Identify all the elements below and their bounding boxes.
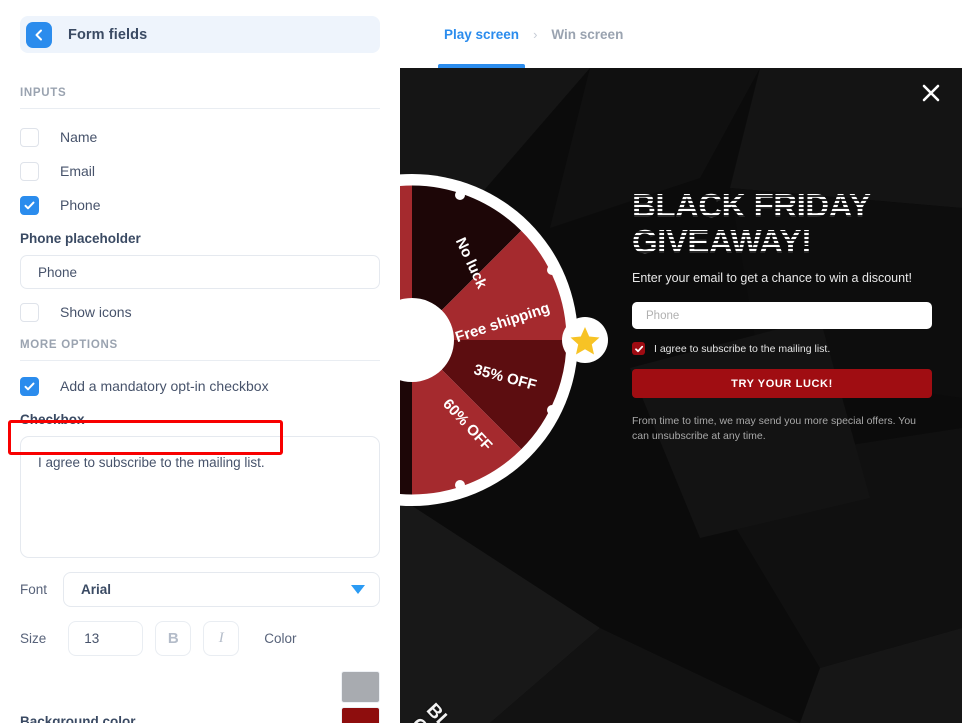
font-select-value: Arial bbox=[81, 582, 112, 597]
color-label: Color bbox=[264, 631, 297, 646]
tab-play-screen-label: Play screen bbox=[444, 26, 520, 42]
chevron-right-icon: › bbox=[533, 26, 538, 42]
close-button[interactable] bbox=[914, 78, 948, 112]
app-root: Form fields INPUTS Name Email Phone Phon… bbox=[0, 0, 962, 723]
section-label-more-options: MORE OPTIONS bbox=[20, 339, 118, 351]
offer-title-line2: GIVEAWAY! bbox=[632, 222, 812, 260]
checkbox-phone[interactable] bbox=[20, 195, 39, 215]
popup-canvas: 25% OFF No luck Free shipping 35% OFF 60… bbox=[400, 68, 962, 723]
panel-header: Form fields bbox=[20, 16, 380, 53]
checkbox-show-icons[interactable] bbox=[20, 302, 39, 322]
offer-subtitle: Enter your email to get a chance to win … bbox=[632, 271, 913, 286]
prize-wheel[interactable]: 25% OFF No luck Free shipping 35% OFF 60… bbox=[400, 160, 608, 520]
offer-consent-label: I agree to subscribe to the mailing list… bbox=[654, 342, 831, 355]
caret-down-icon bbox=[351, 585, 365, 594]
checkbox-label-name: Name bbox=[60, 129, 98, 145]
font-label: Font bbox=[20, 582, 48, 597]
checkbox-label-show-icons: Show icons bbox=[60, 304, 132, 320]
font-row: Font Arial bbox=[0, 572, 400, 607]
font-select[interactable]: Arial bbox=[63, 572, 380, 607]
bold-button[interactable]: B bbox=[155, 621, 192, 656]
size-label: Size bbox=[20, 631, 47, 646]
offer-phone-input[interactable]: Phone bbox=[632, 302, 932, 330]
offer-fine-print: From time to time, we may send you more … bbox=[632, 415, 917, 443]
checkbox-name[interactable] bbox=[20, 127, 39, 147]
size-row: Size 13 B I Color bbox=[0, 621, 400, 656]
preview-pane: Play screen › Win screen No luck Free sh… bbox=[400, 0, 962, 723]
offer-title-line1: BLACK FRIDAY bbox=[632, 187, 871, 224]
checkbox-row-email[interactable]: Email bbox=[0, 154, 400, 188]
checkbox-row-phone[interactable]: Phone bbox=[0, 188, 400, 222]
offer-form: BLACK FRIDAY GIVEAWAY! Enter your email … bbox=[632, 188, 932, 445]
checkbox-optin[interactable] bbox=[20, 376, 39, 396]
chevron-left-icon bbox=[32, 28, 46, 42]
checkbox-label-email: Email bbox=[60, 163, 96, 179]
offer-consent-row[interactable]: I agree to subscribe to the mailing list… bbox=[632, 342, 932, 356]
size-input[interactable]: 13 bbox=[68, 621, 144, 656]
offer-consent-checkbox[interactable] bbox=[632, 342, 645, 356]
tab-win-screen-label: Win screen bbox=[551, 26, 624, 42]
background-color-swatch[interactable] bbox=[341, 707, 380, 723]
checkbox-row-show-icons[interactable]: Show icons bbox=[0, 295, 400, 329]
tab-play-screen[interactable]: Play screen bbox=[437, 0, 526, 68]
text-color-swatch[interactable] bbox=[341, 671, 380, 703]
page-title: Form fields bbox=[68, 26, 148, 43]
try-your-luck-button[interactable]: TRY YOUR LUCK! bbox=[632, 369, 932, 399]
back-button[interactable] bbox=[26, 21, 52, 48]
checkbox-label-optin: Add a mandatory opt-in checkbox bbox=[60, 378, 269, 394]
checkbox-email[interactable] bbox=[20, 161, 39, 181]
close-icon bbox=[920, 82, 942, 109]
checkbox-label-phone: Phone bbox=[60, 197, 101, 213]
phone-placeholder-label: Phone placeholder bbox=[20, 231, 141, 246]
tab-win-screen[interactable]: Win screen bbox=[551, 0, 623, 68]
italic-button[interactable]: I bbox=[203, 621, 240, 656]
checkbox-text-area[interactable]: I agree to subscribe to the mailing list… bbox=[20, 436, 380, 558]
preview-tabs: Play screen › Win screen bbox=[400, 0, 962, 68]
checkbox-row-optin[interactable]: Add a mandatory opt-in checkbox bbox=[0, 369, 400, 403]
phone-placeholder-input[interactable]: Phone bbox=[20, 255, 380, 289]
settings-sidebar: Form fields INPUTS Name Email Phone Phon… bbox=[0, 0, 400, 723]
checkbox-row-name[interactable]: Name bbox=[0, 120, 400, 154]
offer-title: BLACK FRIDAY GIVEAWAY! bbox=[632, 188, 932, 259]
section-label-inputs: INPUTS bbox=[20, 87, 67, 99]
background-color-label: Background color bbox=[20, 714, 136, 723]
checkbox-text-label: Checkbox bbox=[20, 412, 85, 427]
